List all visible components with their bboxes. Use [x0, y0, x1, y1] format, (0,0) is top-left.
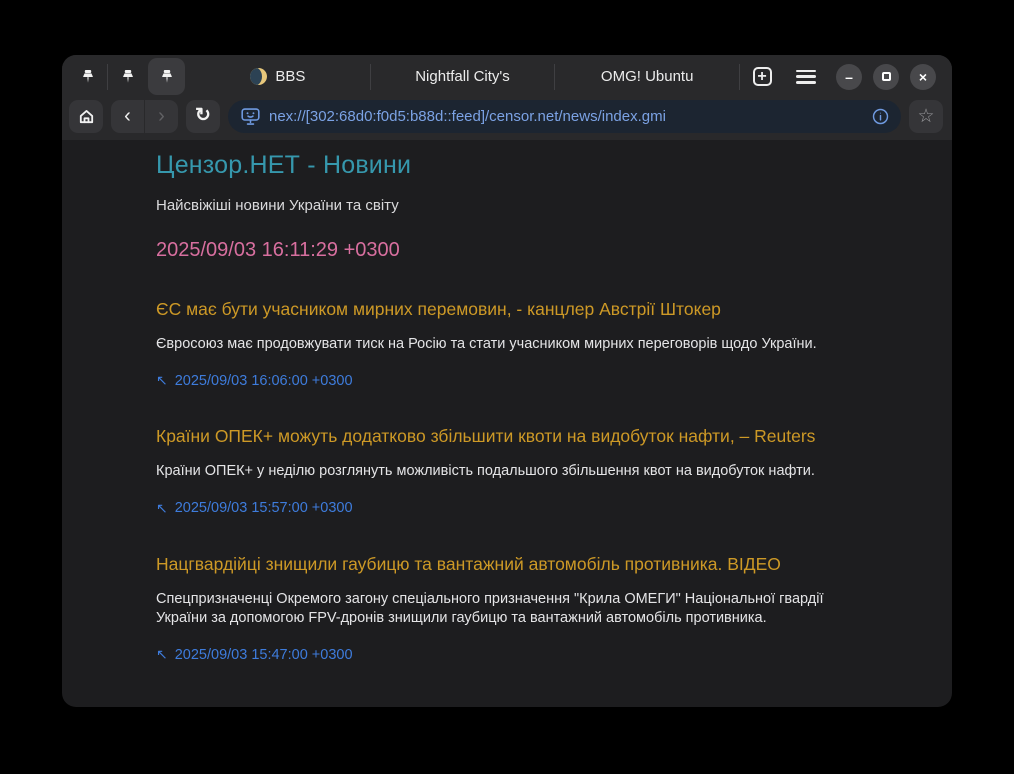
page-content: Цензор.НЕТ - Новини Найсвіжіші новини Ук…: [62, 140, 952, 663]
star-icon: ☆: [917, 107, 934, 126]
forward-button[interactable]: ›: [145, 100, 178, 133]
article: Країни ОПЕК+ можуть додатково збільшити …: [156, 426, 912, 516]
minimize-button[interactable]: –: [836, 64, 862, 90]
article-summary: Країни ОПЕК+ у неділю розглянуть можливі…: [156, 462, 824, 481]
history-nav-group: ‹ ›: [111, 100, 178, 133]
tab-bbs[interactable]: BBS: [186, 55, 370, 98]
url-text: nex://[302:68d0:f0d5:b88d::feed]/censor.…: [269, 108, 864, 125]
article-summary: Євросоюз має продовжувати тиск на Росію …: [156, 335, 824, 354]
forward-icon: ›: [158, 105, 165, 128]
navigation-toolbar: ‹ › ↻: [62, 98, 952, 140]
article-timestamp-link[interactable]: ↖ 2025/09/03 16:06:00 +0300: [156, 372, 912, 389]
maximize-icon: [882, 72, 891, 81]
article-heading: Країни ОПЕК+ можуть додатково збільшити …: [156, 426, 912, 447]
tab-label: BBS: [275, 68, 305, 85]
article-summary: Спецпризначенці Окремого загону спеціаль…: [156, 590, 824, 629]
window-controls: – ×: [836, 64, 936, 90]
reload-button[interactable]: ↻: [186, 100, 220, 133]
menu-button[interactable]: [784, 55, 828, 98]
tab-divider: [107, 64, 108, 90]
close-button[interactable]: ×: [910, 64, 936, 90]
bookmark-button[interactable]: ☆: [909, 100, 943, 133]
back-icon: ‹: [124, 105, 131, 128]
hamburger-icon: [796, 70, 816, 84]
plus-icon: +: [753, 67, 772, 86]
tab-bar: BBS Nightfall City's OMG! Ubuntu + –: [62, 55, 952, 98]
link-label: 2025/09/03 15:57:00 +0300: [175, 500, 353, 516]
pushpin-icon: [159, 69, 175, 85]
back-button[interactable]: ‹: [111, 100, 144, 133]
info-icon[interactable]: [872, 108, 889, 125]
minimize-icon: –: [845, 70, 853, 84]
article-timestamp-link[interactable]: ↖ 2025/09/03 15:47:00 +0300: [156, 646, 912, 663]
pinned-tab-3-active[interactable]: [148, 58, 185, 95]
pushpin-icon: [120, 69, 136, 85]
new-tab-button[interactable]: +: [740, 55, 784, 98]
tab-omg-ubuntu[interactable]: OMG! Ubuntu: [555, 55, 739, 98]
tab-label: OMG! Ubuntu: [601, 68, 694, 85]
feed-updated-time: 2025/09/03 16:11:29 +0300: [156, 239, 912, 262]
pinned-tab-2[interactable]: [109, 58, 146, 95]
link-arrow-icon: ↖: [156, 646, 168, 663]
maximize-button[interactable]: [873, 64, 899, 90]
page-subtitle: Найсвіжіші новини України та світу: [156, 197, 912, 214]
article: Нацгвардійці знищили гаубицю та вантажни…: [156, 554, 912, 664]
tab-label: Nightfall City's: [415, 68, 510, 85]
article-timestamp-link[interactable]: ↖ 2025/09/03 15:57:00 +0300: [156, 500, 912, 517]
nex-protocol-icon: [240, 106, 261, 127]
url-bar[interactable]: nex://[302:68d0:f0d5:b88d::feed]/censor.…: [228, 100, 901, 133]
link-label: 2025/09/03 16:06:00 +0300: [175, 373, 353, 389]
link-label: 2025/09/03 15:47:00 +0300: [175, 647, 353, 663]
reload-icon: ↻: [195, 104, 211, 127]
home-icon: [77, 107, 96, 126]
tab-nightfall-citys[interactable]: Nightfall City's: [371, 55, 555, 98]
desktop-background: BBS Nightfall City's OMG! Ubuntu + –: [0, 0, 1014, 774]
article-heading: Нацгвардійці знищили гаубицю та вантажни…: [156, 554, 912, 575]
moon-icon: [250, 68, 267, 85]
pinned-tab-1[interactable]: [69, 58, 106, 95]
link-arrow-icon: ↖: [156, 372, 168, 389]
pinned-tabs: [62, 55, 186, 98]
article-heading: ЄС має бути учасником мирних перемовин, …: [156, 299, 912, 320]
page-title: Цензор.НЕТ - Новини: [156, 151, 912, 180]
home-button[interactable]: [69, 100, 103, 133]
pushpin-icon: [80, 69, 96, 85]
close-icon: ×: [919, 70, 927, 84]
link-arrow-icon: ↖: [156, 500, 168, 517]
browser-window: BBS Nightfall City's OMG! Ubuntu + –: [62, 55, 952, 707]
article: ЄС має бути учасником мирних перемовин, …: [156, 299, 912, 389]
